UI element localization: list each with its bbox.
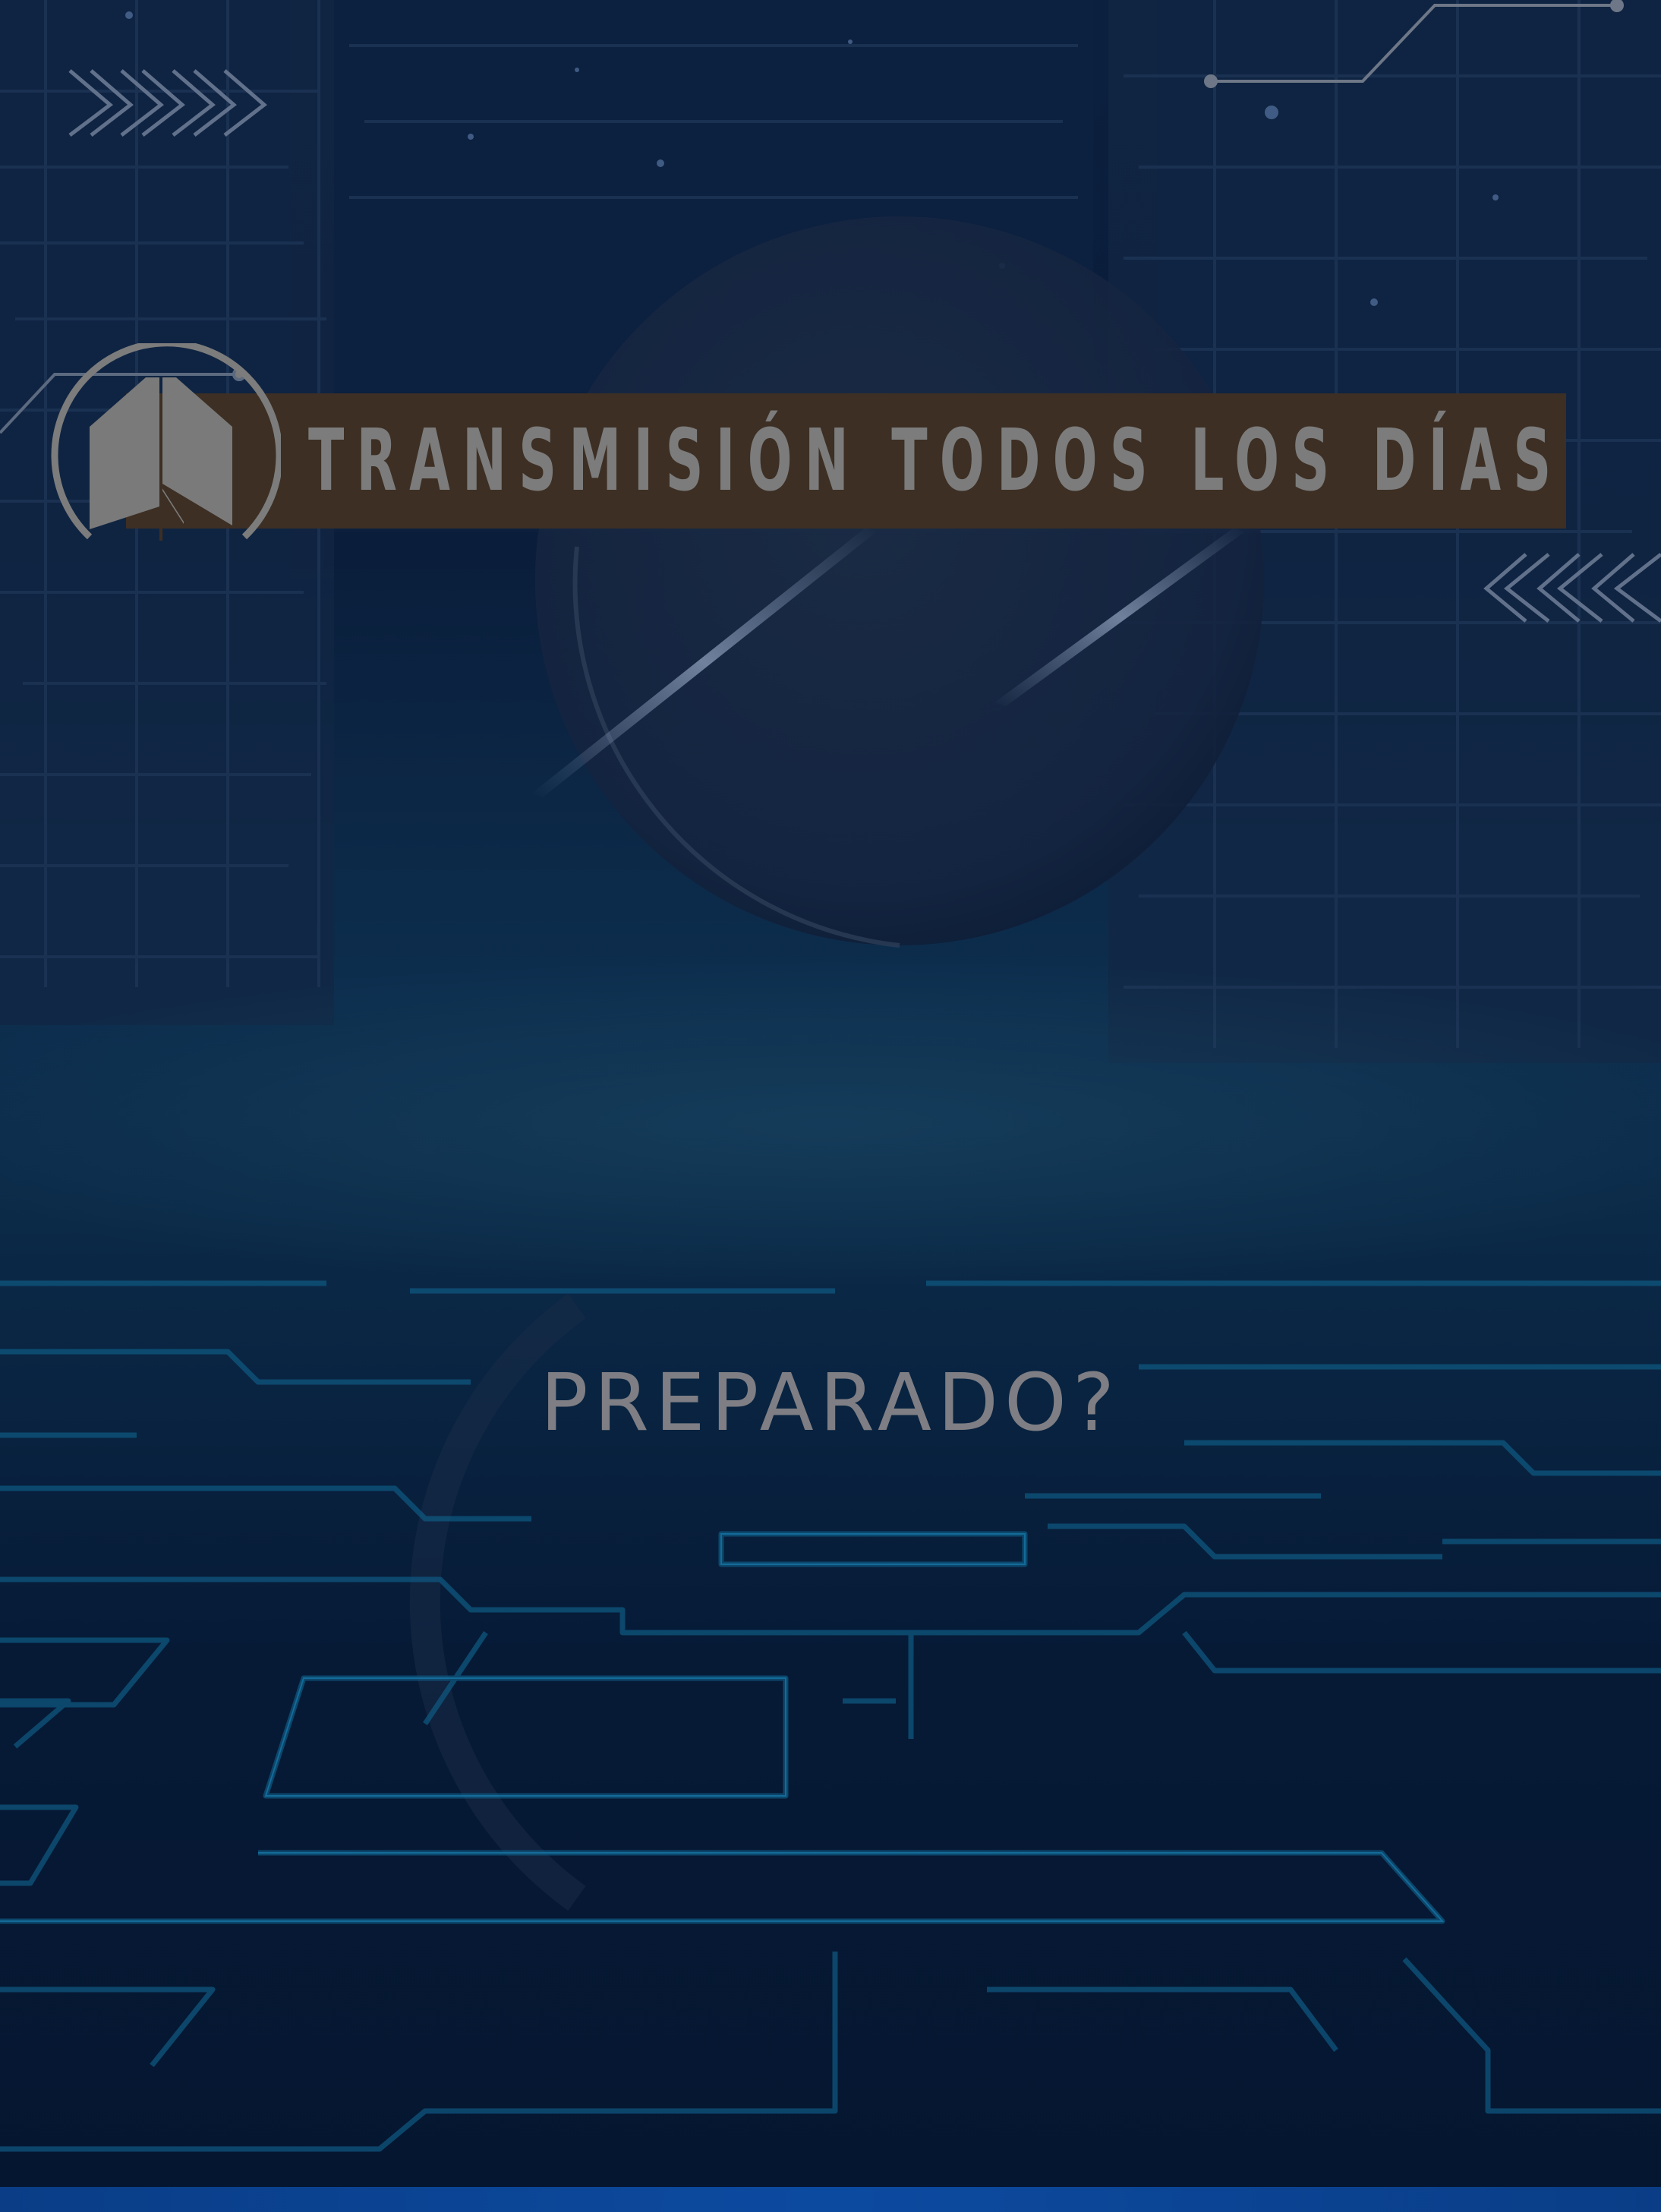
banner-title: TRANSMISIÓN TODOS LOS DÍAS bbox=[308, 412, 1564, 510]
logo-emblem-icon bbox=[51, 343, 281, 541]
bottom-strip bbox=[0, 2187, 1661, 2212]
fog bbox=[0, 957, 1661, 1291]
tagline-text: PREPARADO? bbox=[540, 1356, 1121, 1449]
banner: TRANSMISIÓN TODOS LOS DÍAS bbox=[126, 393, 1566, 529]
background-scene bbox=[0, 0, 1661, 2212]
planet-icon bbox=[535, 216, 1264, 945]
